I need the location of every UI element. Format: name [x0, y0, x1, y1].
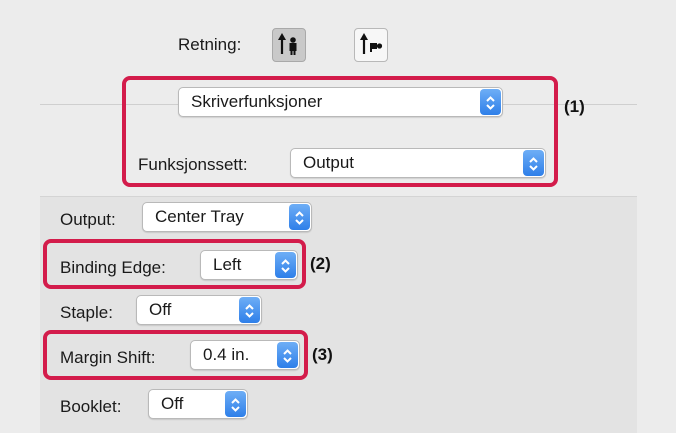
booklet-label: Booklet: — [60, 397, 122, 416]
callout-2: (2) — [310, 254, 331, 273]
staple-value: Off — [149, 300, 172, 319]
callout-3: (3) — [312, 345, 333, 364]
callout-1: (1) — [564, 97, 585, 116]
highlight-box-1 — [122, 76, 558, 187]
booklet-popup[interactable]: Off — [148, 389, 248, 419]
chevron-updown-icon — [225, 391, 246, 417]
staple-label: Staple: — [60, 303, 113, 322]
orientation-label: Retning: — [178, 35, 242, 54]
output-popup[interactable]: Center Tray — [142, 202, 312, 232]
output-value: Center Tray — [155, 207, 244, 226]
chevron-updown-icon — [289, 204, 310, 230]
portrait-orientation-button[interactable] — [272, 28, 306, 62]
highlight-box-2 — [43, 239, 306, 289]
landscape-orientation-button[interactable] — [354, 28, 388, 62]
staple-popup[interactable]: Off — [136, 295, 262, 325]
booklet-value: Off — [161, 394, 184, 413]
options-panel — [40, 196, 637, 433]
highlight-box-3 — [43, 330, 308, 380]
output-label: Output: — [60, 210, 116, 229]
chevron-updown-icon — [239, 297, 260, 323]
